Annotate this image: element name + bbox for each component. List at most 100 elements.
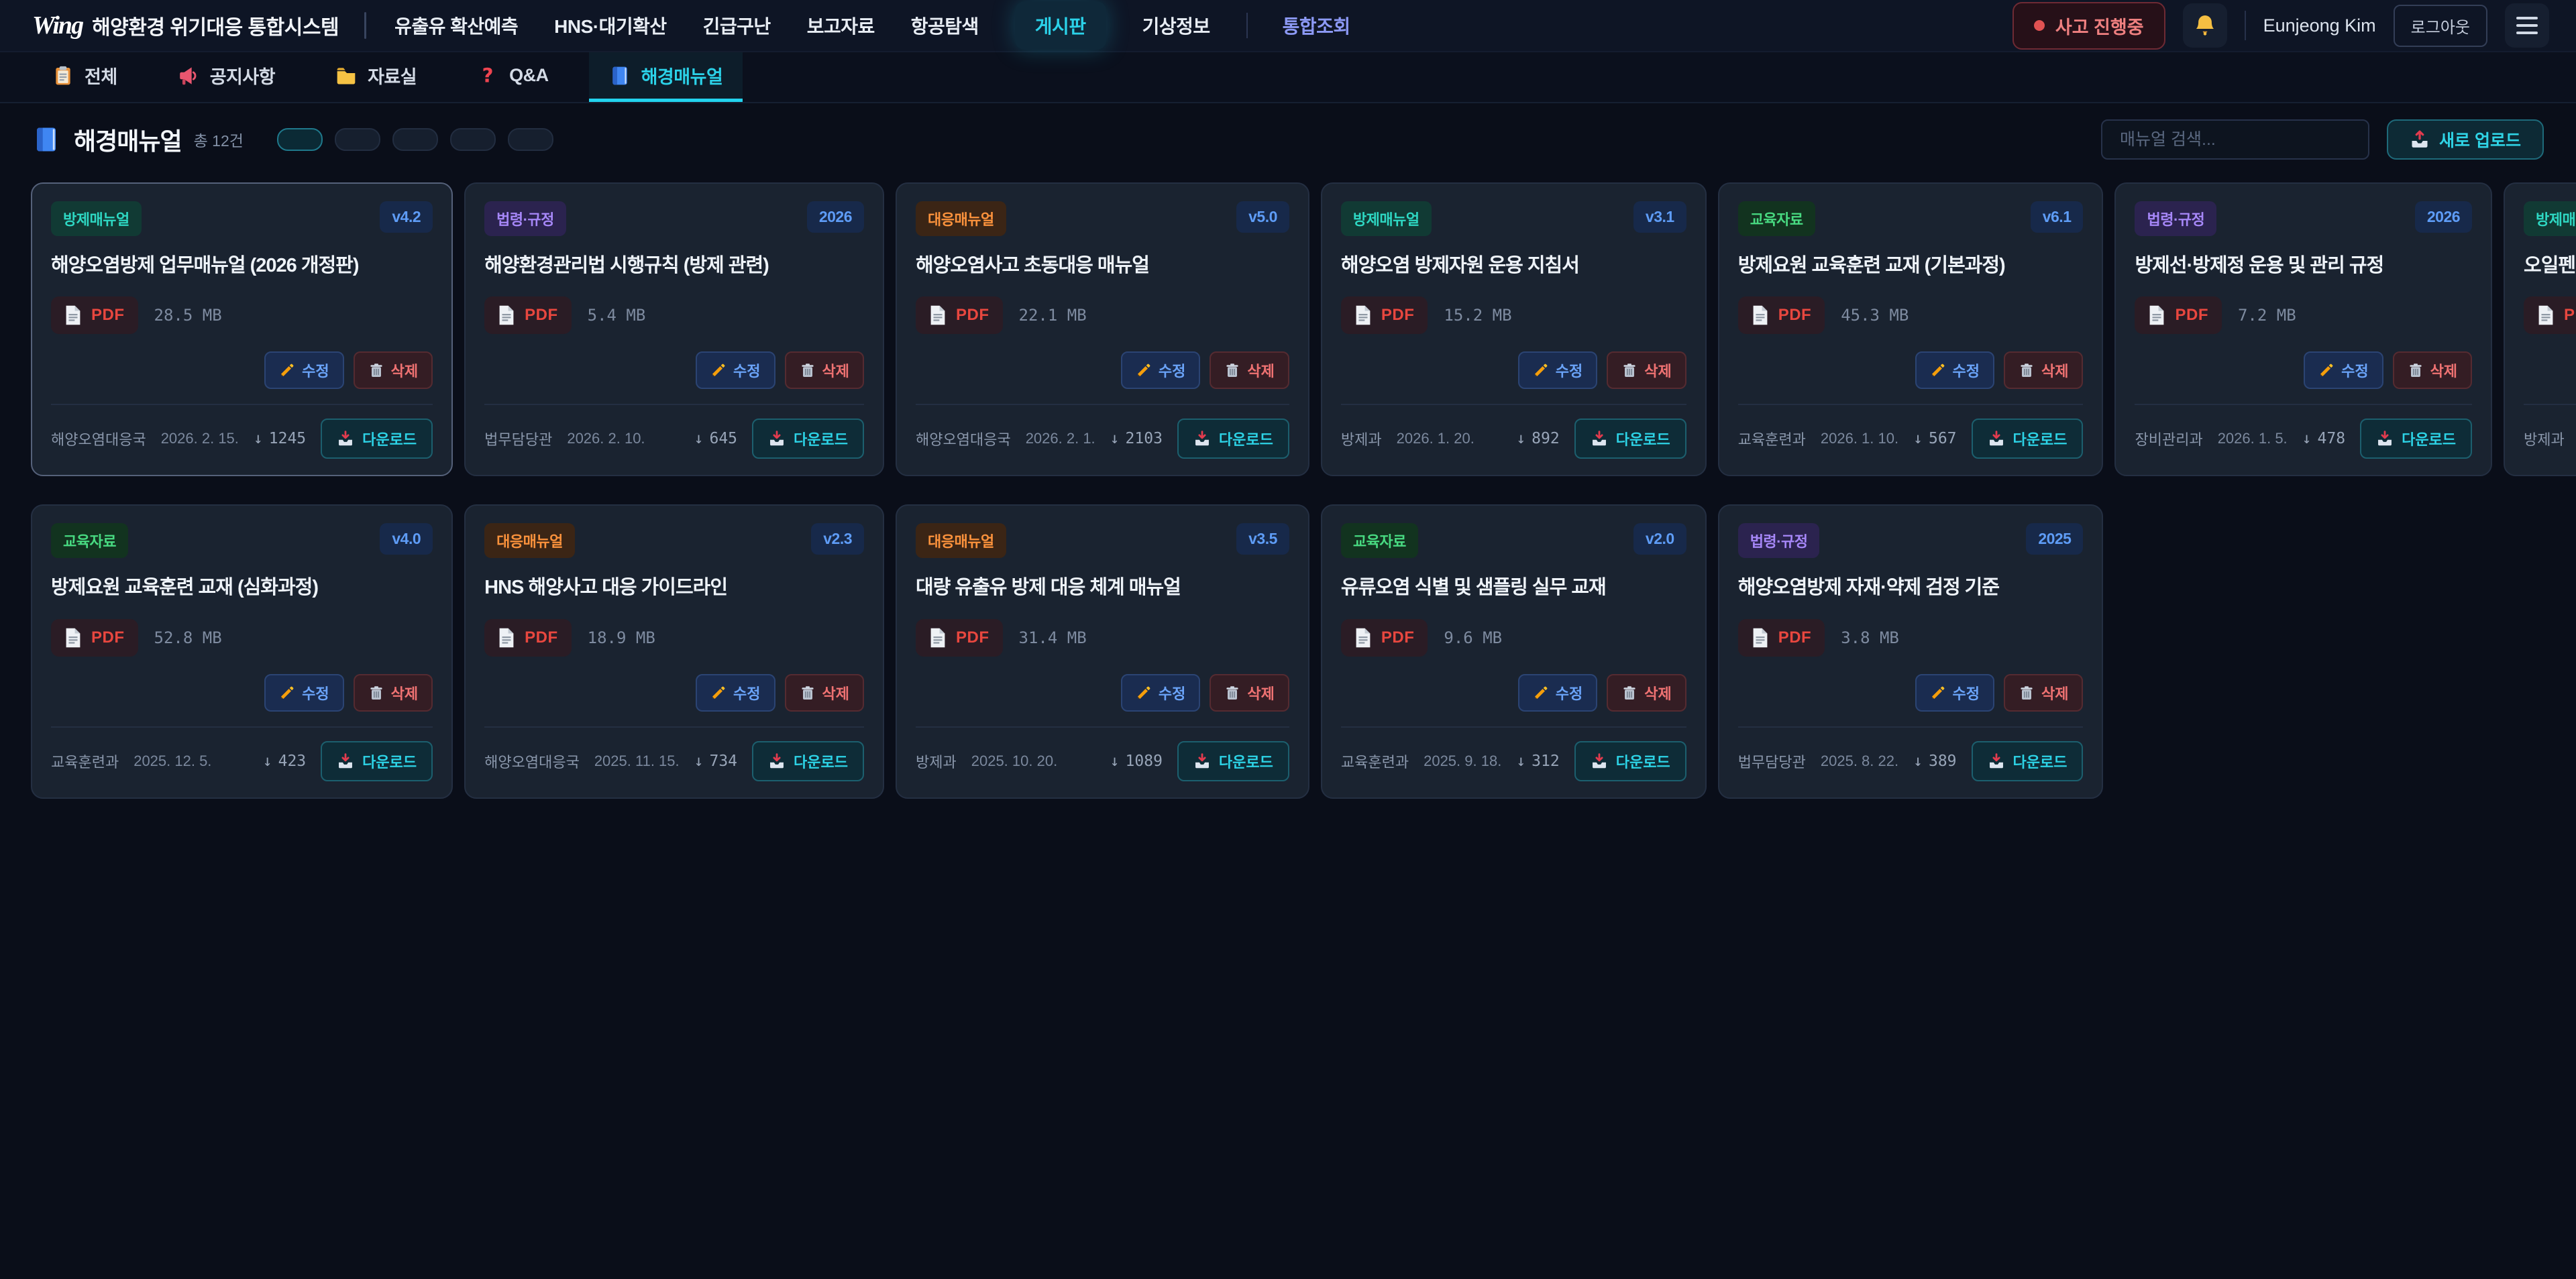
download-button[interactable]: 다운로드: [1574, 419, 1686, 459]
nav-item[interactable]: 기상정보: [1142, 12, 1210, 39]
divider: [2245, 11, 2246, 40]
delete-button[interactable]: 삭제: [1210, 351, 1289, 389]
pdf-badge: PDF: [51, 296, 138, 334]
manual-card[interactable]: 방제매뉴얼 v3.1 해양오염 방제자원 운용 지침서 PDF 15.2 MB …: [1321, 182, 1707, 476]
department: 방제과: [916, 750, 957, 772]
manual-card[interactable]: 대응매뉴얼 v3.5 대량 유출유 방제 대응 체계 매뉴얼 PDF 31.4 …: [896, 504, 1309, 798]
edit-button[interactable]: 수정: [264, 674, 343, 712]
download-button[interactable]: 다운로드: [1972, 741, 2084, 781]
header-right: 사고 진행중 Eunjeong Kim 로그아웃: [2012, 2, 2549, 50]
nav-item[interactable]: HNS·대기확산: [554, 12, 666, 39]
manual-card[interactable]: 교육자료 v2.0 유류오염 식별 및 샘플링 실무 교재 PDF 9.6 MB…: [1321, 504, 1707, 798]
edit-button[interactable]: 수정: [1518, 674, 1597, 712]
manual-card[interactable]: 법령·규정 2026 해양환경관리법 시행규칙 (방제 관련) PDF 5.4 …: [464, 182, 884, 476]
download-button[interactable]: 다운로드: [1177, 419, 1289, 459]
edit-button[interactable]: 수정: [696, 674, 775, 712]
nav-item[interactable]: 긴급구난: [703, 12, 771, 39]
board-tab[interactable]: 전체: [32, 52, 138, 102]
download-button[interactable]: 다운로드: [1574, 741, 1686, 781]
document-icon: [64, 627, 82, 649]
question-icon: ?: [477, 65, 498, 87]
pdf-badge: PDF: [1341, 296, 1428, 334]
document-icon: [1752, 304, 1769, 326]
app-logo[interactable]: Wing 해양환경 위기대응 통합시스템: [32, 11, 339, 40]
manual-card[interactable]: 법령·규정 2025 해양오염방제 자재·약제 검정 기준 PDF 3.8 MB…: [1718, 504, 2104, 798]
manual-card[interactable]: 대응매뉴얼 v2.3 HNS 해양사고 대응 가이드라인 PDF 18.9 MB…: [464, 504, 884, 798]
filter-chip[interactable]: [277, 128, 323, 151]
nav-item[interactable]: 유출유 확산예측: [394, 12, 518, 39]
nav-item[interactable]: 통합조회: [1246, 12, 1350, 39]
download-button[interactable]: 다운로드: [1177, 741, 1289, 781]
filter-chip[interactable]: [392, 128, 438, 151]
download-button[interactable]: 다운로드: [1972, 419, 2084, 459]
delete-button[interactable]: 삭제: [2004, 351, 2083, 389]
delete-button[interactable]: 삭제: [785, 351, 864, 389]
edit-button[interactable]: 수정: [264, 351, 343, 389]
download-button[interactable]: 다운로드: [321, 741, 433, 781]
delete-button[interactable]: 삭제: [2004, 674, 2083, 712]
department: 법무담당관: [484, 428, 552, 449]
manual-title: 유류오염 식별 및 샘플링 실무 교재: [1341, 575, 1686, 600]
board-tab[interactable]: 자료실: [315, 52, 437, 102]
delete-button[interactable]: 삭제: [785, 674, 864, 712]
manual-title: 해양오염방제 업무매뉴얼 (2026 개정판): [51, 254, 433, 278]
nav-item[interactable]: 항공탐색: [911, 12, 979, 39]
manual-card[interactable]: 교육자료 v4.0 방제요원 교육훈련 교재 (심화과정) PDF 52.8 M…: [31, 504, 453, 798]
edit-button[interactable]: 수정: [1121, 674, 1200, 712]
download-button[interactable]: 다운로드: [752, 741, 864, 781]
hamburger-menu-button[interactable]: [2505, 3, 2549, 48]
download-button[interactable]: 다운로드: [2360, 419, 2472, 459]
download-count: ↓ 423: [263, 753, 306, 770]
department: 방제과: [1341, 428, 1382, 449]
logout-button[interactable]: 로그아웃: [2394, 5, 2487, 47]
file-size: 52.8 MB: [154, 628, 222, 647]
manual-card[interactable]: 대응매뉴얼 v5.0 해양오염사고 초동대응 매뉴얼 PDF 22.1 MB 수…: [896, 182, 1309, 476]
edit-button[interactable]: 수정: [1915, 674, 1994, 712]
manual-card[interactable]: 방제매뉴얼 v4.2 해양오염방제 업무매뉴얼 (2026 개정판) PDF 2…: [31, 182, 453, 476]
nav-item[interactable]: 보고자료: [807, 12, 875, 39]
file-type-label: PDF: [2564, 306, 2576, 325]
delete-button[interactable]: 삭제: [1210, 674, 1289, 712]
search-input[interactable]: [2101, 119, 2369, 160]
file-type-label: PDF: [1778, 306, 1812, 325]
filter-chip[interactable]: [335, 128, 380, 151]
document-icon: [498, 627, 515, 649]
download-count: ↓ 734: [694, 753, 737, 770]
edit-button[interactable]: 수정: [696, 351, 775, 389]
delete-button[interactable]: 삭제: [1607, 674, 1686, 712]
delete-button[interactable]: 삭제: [2393, 351, 2472, 389]
edit-button[interactable]: 수정: [2304, 351, 2383, 389]
divider: [1341, 404, 1686, 405]
down-arrow-icon: ↓: [263, 753, 272, 770]
download-button[interactable]: 다운로드: [752, 419, 864, 459]
filter-chip[interactable]: [450, 128, 496, 151]
edit-button[interactable]: 수정: [1518, 351, 1597, 389]
document-icon: [929, 627, 947, 649]
notification-bell-button[interactable]: [2183, 3, 2227, 48]
incident-status-label: 사고 진행중: [2055, 13, 2144, 39]
manual-card[interactable]: 방제매뉴얼 v2.8 오일펜스 전개·회수 표준절차서 PDF 12.7 MB …: [2504, 182, 2576, 476]
nav-item[interactable]: 게시판: [1015, 1, 1106, 50]
filter-chip[interactable]: [508, 128, 553, 151]
divider: [51, 726, 433, 728]
board-tab[interactable]: 공지사항: [158, 52, 295, 102]
pdf-badge: PDF: [2524, 296, 2576, 334]
download-button[interactable]: 다운로드: [321, 419, 433, 459]
file-size: 5.4 MB: [588, 306, 646, 325]
edit-button[interactable]: 수정: [1121, 351, 1200, 389]
divider: [484, 404, 864, 405]
pdf-badge: PDF: [1738, 619, 1825, 657]
upload-button[interactable]: 새로 업로드: [2387, 119, 2544, 160]
incident-status-badge[interactable]: 사고 진행중: [2012, 2, 2165, 50]
delete-button[interactable]: 삭제: [354, 351, 433, 389]
file-size: 22.1 MB: [1019, 306, 1087, 325]
delete-button[interactable]: 삭제: [1607, 351, 1686, 389]
down-arrow-icon: ↓: [694, 753, 704, 770]
board-tab[interactable]: 해경매뉴얼: [589, 52, 743, 102]
page-header: 해경매뉴얼 총 12건 새로 업로드: [32, 119, 2544, 160]
edit-button[interactable]: 수정: [1915, 351, 1994, 389]
manual-card[interactable]: 교육자료 v6.1 방제요원 교육훈련 교재 (기본과정) PDF 45.3 M…: [1718, 182, 2104, 476]
board-tab[interactable]: ? Q&A: [457, 52, 569, 102]
manual-card[interactable]: 법령·규정 2026 방제선·방제정 운용 및 관리 규정 PDF 7.2 MB…: [2114, 182, 2492, 476]
delete-button[interactable]: 삭제: [354, 674, 433, 712]
